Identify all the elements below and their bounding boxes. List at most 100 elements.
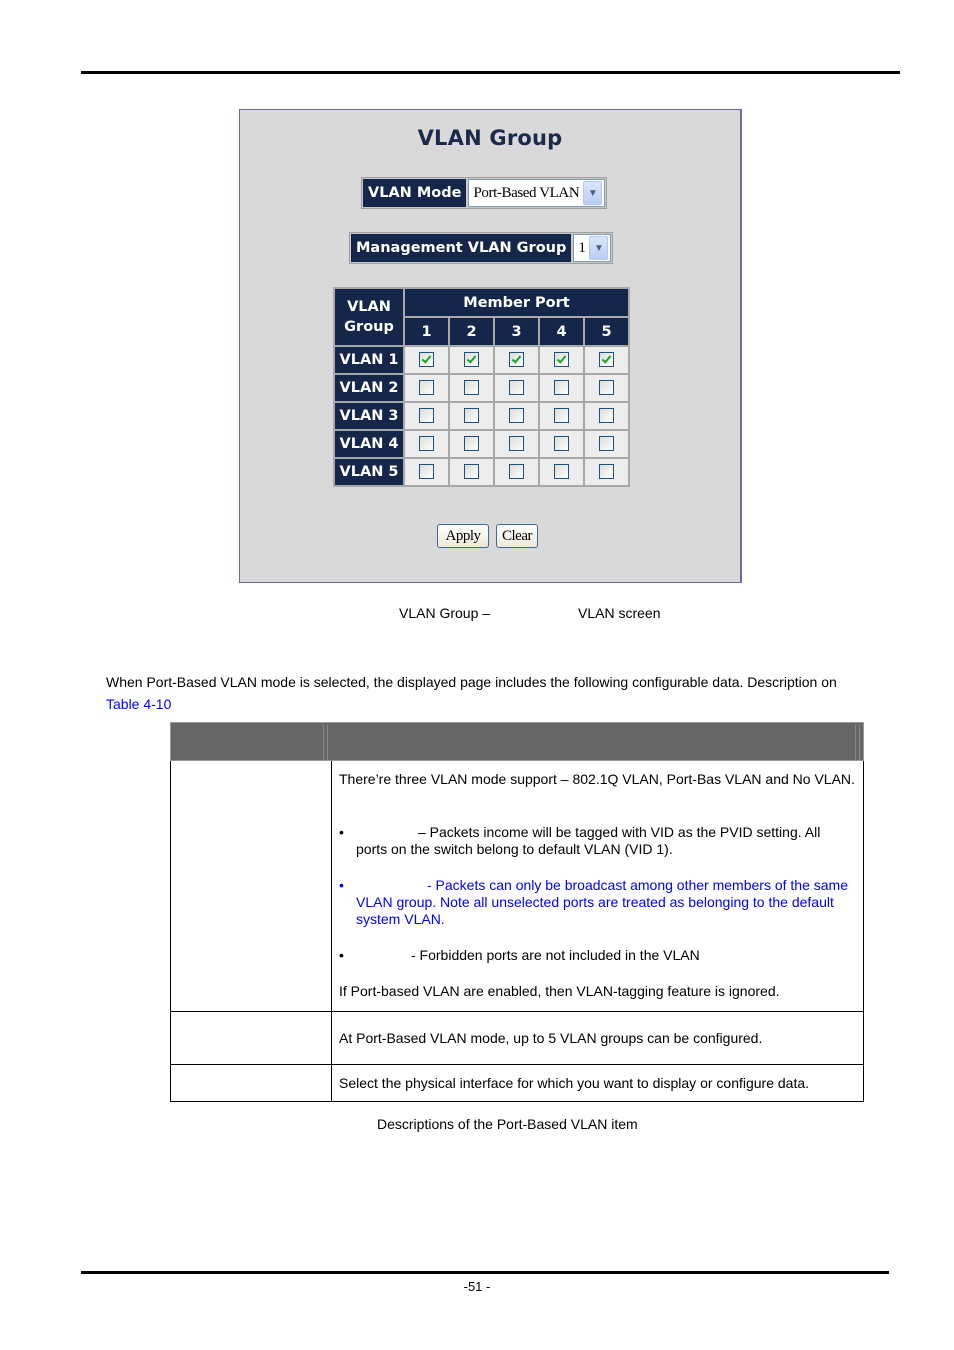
- table-row: At Port-Based VLAN mode, up to 5 VLAN gr…: [170, 1012, 864, 1065]
- member-port-checkbox-vlan2-port5[interactable]: [599, 380, 614, 396]
- chevron-down-icon[interactable]: ▼: [589, 236, 609, 260]
- member-port-checkbox-vlan4-port4[interactable]: [554, 436, 569, 452]
- vlan-member-table: VLAN Group Member Port 12345 VLAN 1 VLAN …: [333, 287, 630, 487]
- member-cell: [403, 373, 450, 403]
- item-cell: [171, 1012, 332, 1064]
- member-port-checkbox-vlan2-port4[interactable]: [554, 380, 569, 396]
- figure-caption-part1: VLAN Group –: [399, 605, 491, 621]
- member-port-checkbox-vlan5-port4[interactable]: [554, 464, 569, 480]
- description-cell: At Port-Based VLAN mode, up to 5 VLAN gr…: [339, 1030, 763, 1046]
- header-rule: [81, 71, 900, 74]
- table-row: VLAN 1: [333, 345, 630, 375]
- member-port-checkbox-vlan3-port2[interactable]: [464, 408, 479, 424]
- bullet-text: - Forbidden ports are not included in th…: [411, 947, 700, 963]
- vlan-mode-select[interactable]: Port-Based VLAN ▼: [468, 179, 606, 207]
- member-cell: [583, 373, 630, 403]
- member-port-checkbox-vlan4-port3[interactable]: [509, 436, 524, 452]
- vlan-group-header-line1: VLAN: [347, 299, 391, 315]
- member-port-checkbox-vlan2-port2[interactable]: [464, 380, 479, 396]
- member-port-checkbox-vlan5-port5[interactable]: [599, 464, 614, 480]
- member-port-checkbox-vlan5-port3[interactable]: [509, 464, 524, 480]
- member-cell: [538, 345, 585, 375]
- port-header-5: 5: [583, 316, 630, 347]
- vlan-row-label: VLAN 2: [333, 373, 405, 403]
- bullet-item: • - Forbidden ports are not included in …: [339, 947, 855, 964]
- member-port-checkbox-vlan4-port2[interactable]: [464, 436, 479, 452]
- member-cell: [448, 429, 495, 459]
- table-row: There’re three VLAN mode support – 802.1…: [170, 761, 864, 1012]
- member-port-checkbox-vlan1-port5[interactable]: [599, 352, 614, 368]
- vlan-group-header: VLAN Group: [333, 287, 405, 347]
- port-header-1: 1: [403, 316, 450, 347]
- member-port-checkbox-vlan5-port1[interactable]: [419, 464, 434, 480]
- member-cell: [448, 457, 495, 487]
- item-cell: [171, 761, 332, 1011]
- member-cell: [583, 401, 630, 431]
- member-cell: [538, 429, 585, 459]
- description-table-header: [170, 722, 864, 761]
- member-port-checkbox-vlan3-port3[interactable]: [509, 408, 524, 424]
- vlan-mode-label: VLAN Mode: [363, 179, 467, 207]
- member-port-checkbox-vlan1-port4[interactable]: [554, 352, 569, 368]
- member-cell: [493, 373, 540, 403]
- page-number: -51 -: [463, 1279, 491, 1294]
- member-cell: [583, 429, 630, 459]
- vlan-mode-value: Port-Based VLAN: [473, 184, 580, 201]
- member-cell: [538, 457, 585, 487]
- member-port-checkbox-vlan4-port1[interactable]: [419, 436, 434, 452]
- vlan-row-label: VLAN 3: [333, 401, 405, 431]
- member-cell: [403, 345, 450, 375]
- member-cell: [538, 401, 585, 431]
- member-cell: [493, 401, 540, 431]
- table-row: VLAN 3: [333, 401, 630, 431]
- member-port-checkbox-vlan2-port1[interactable]: [419, 380, 434, 396]
- apply-button[interactable]: Apply: [437, 524, 489, 548]
- management-vlan-select[interactable]: 1 ▼: [573, 234, 612, 262]
- member-cell: [493, 429, 540, 459]
- table-caption: Descriptions of the Port-Based VLAN item: [377, 1116, 638, 1132]
- member-port-checkbox-vlan1-port1[interactable]: [419, 352, 434, 368]
- bullet-text: – Packets income will be tagged with VID…: [356, 824, 821, 857]
- vlan-mode-footer: If Port-based VLAN are enabled, then VLA…: [339, 983, 780, 999]
- table-row: VLAN 2: [333, 373, 630, 403]
- table-reference-link[interactable]: Table 4-10: [106, 696, 171, 712]
- clear-button[interactable]: Clear: [496, 524, 538, 548]
- member-cell: [403, 457, 450, 487]
- member-cell: [448, 401, 495, 431]
- bullet-icon: •: [339, 877, 344, 893]
- member-port-checkbox-vlan1-port3[interactable]: [509, 352, 524, 368]
- chevron-down-icon[interactable]: ▼: [583, 181, 603, 205]
- member-cell: [403, 429, 450, 459]
- member-cell: [493, 457, 540, 487]
- member-port-checkbox-vlan3-port1[interactable]: [419, 408, 434, 424]
- item-cell: [171, 1065, 332, 1101]
- port-header-2: 2: [448, 316, 495, 347]
- bullet-text: - Packets can only be broadcast among ot…: [356, 877, 848, 927]
- table-row: VLAN 4: [333, 429, 630, 459]
- vlan-group-header-line2: Group: [344, 319, 394, 335]
- intro-paragraph: When Port-Based VLAN mode is selected, t…: [106, 671, 876, 715]
- vlan-group-screenshot: VLAN Group VLAN Mode Port-Based VLAN ▼ M…: [239, 109, 742, 583]
- member-port-checkbox-vlan3-port5[interactable]: [599, 408, 614, 424]
- member-cell: [448, 345, 495, 375]
- intro-text: When Port-Based VLAN mode is selected, t…: [106, 674, 837, 690]
- member-port-checkbox-vlan4-port5[interactable]: [599, 436, 614, 452]
- vlan-row-label: VLAN 1: [333, 345, 405, 375]
- management-vlan-label: Management VLAN Group: [351, 234, 572, 262]
- member-port-checkbox-vlan3-port4[interactable]: [554, 408, 569, 424]
- member-port-checkbox-vlan1-port2[interactable]: [464, 352, 479, 368]
- figure-caption-part2: VLAN screen: [578, 605, 661, 621]
- member-cell: [583, 457, 630, 487]
- footer-rule: [81, 1271, 889, 1274]
- bullet-icon: •: [339, 947, 344, 963]
- member-port-checkbox-vlan5-port2[interactable]: [464, 464, 479, 480]
- member-port-checkbox-vlan2-port3[interactable]: [509, 380, 524, 396]
- vlan-mode-intro: There’re three VLAN mode support – 802.1…: [339, 771, 855, 787]
- vlan-row-label: VLAN 5: [333, 457, 405, 487]
- header-separator: [855, 725, 860, 760]
- member-cell: [493, 345, 540, 375]
- member-cell: [538, 373, 585, 403]
- description-cell: Select the physical interface for which …: [339, 1075, 810, 1091]
- table-row: VLAN 5: [333, 457, 630, 487]
- bullet-icon: •: [339, 824, 344, 840]
